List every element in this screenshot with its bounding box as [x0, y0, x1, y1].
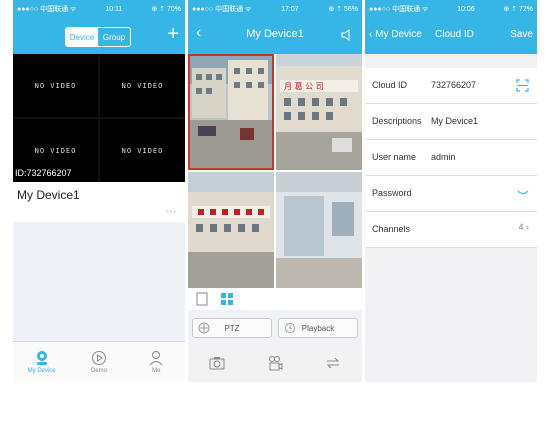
tab-label: Demo	[90, 368, 107, 374]
row-label: Channels	[372, 224, 411, 234]
device-icon	[36, 351, 47, 365]
camera-view[interactable]: 月 葛 公 司	[276, 54, 362, 170]
bottom-toolbar	[188, 344, 362, 382]
quad-view-icon[interactable]	[220, 292, 234, 306]
video-cell[interactable]: NO VIDEO	[13, 54, 98, 117]
device-name: My Device1	[17, 188, 80, 202]
row-label: User name	[372, 152, 417, 162]
back-button[interactable]: ‹ My Device	[369, 29, 422, 40]
carrier-text: ●●●○○ 中国联通 ᯤ	[192, 6, 252, 13]
building-sign-image: 月 葛 公 司	[276, 54, 362, 170]
nav-bar: Device Group +	[13, 18, 185, 54]
camera-view[interactable]	[188, 54, 274, 170]
battery-text: ⊕ ⇡ 56%	[328, 6, 358, 13]
layout-switcher	[188, 288, 362, 310]
user-name-value[interactable]: admin	[431, 152, 456, 162]
switch-stream-icon[interactable]	[325, 356, 341, 370]
video-cell[interactable]: NO VIDEO	[100, 54, 185, 117]
channels-count: 4 ›	[518, 222, 529, 232]
battery-text: ⊕ ⇡ 72%	[503, 6, 533, 13]
time-text: 17:07	[281, 5, 299, 13]
speaker-icon[interactable]	[340, 28, 354, 42]
list-item-cloud-id[interactable]: Cloud ID 732766207	[365, 68, 537, 104]
page-title: My Device1	[246, 28, 304, 40]
page-title: Cloud ID	[435, 29, 474, 40]
settings-list: Cloud ID 732766207 Descriptions My Devic…	[365, 68, 537, 248]
more-options-icon[interactable]: ...	[166, 204, 177, 215]
nav-bar: ‹ My Device1	[188, 18, 362, 54]
row-label: Password	[372, 188, 412, 198]
row-label: Cloud ID	[372, 80, 408, 90]
street-scene-image	[188, 54, 274, 170]
battery-text: ⊕ ⇡ 70%	[151, 6, 181, 13]
device-list-screen: ●●●○○ 中国联通 ᯤ 10:11 ⊕ ⇡ 70% Device Group …	[13, 0, 185, 382]
descriptions-value[interactable]: My Device1	[431, 116, 478, 126]
segment-device[interactable]: Device	[66, 28, 98, 46]
control-row: PTZ Playback	[188, 312, 362, 342]
sign-text: 月 葛 公 司	[284, 81, 324, 91]
add-device-icon[interactable]: +	[167, 24, 179, 44]
carrier-text: ●●●○○ 中国联通 ᯤ	[369, 6, 429, 13]
tab-me[interactable]: Me	[128, 342, 185, 382]
playback-label: Playback	[301, 323, 335, 333]
nav-bar: ‹ My Device Cloud ID Save	[365, 18, 537, 54]
play-icon	[91, 351, 106, 365]
cloud-id-value[interactable]: 732766207	[431, 80, 476, 90]
qr-scan-icon[interactable]	[516, 79, 529, 92]
camera-view[interactable]	[188, 172, 274, 288]
ptz-label: PTZ	[224, 323, 240, 333]
ptz-button[interactable]: PTZ	[192, 318, 272, 338]
time-text: 10:11	[105, 5, 123, 13]
status-bar: ●●●○○ 中国联通 ᯤ 10:06 ⊕ ⇡ 72%	[365, 0, 537, 18]
device-settings-screen: ●●●○○ 中国联通 ᯤ 10:06 ⊕ ⇡ 72% ‹ My Device C…	[365, 0, 537, 382]
playback-button[interactable]: Playback	[278, 318, 358, 338]
device-id-label: ID:732766207	[13, 168, 74, 178]
tab-label: My Device	[27, 368, 56, 374]
camera-view[interactable]	[276, 172, 362, 288]
tab-label: Me	[152, 368, 161, 374]
list-item-user-name[interactable]: User name admin	[365, 140, 537, 176]
record-video-icon[interactable]	[267, 355, 283, 371]
carrier-text: ●●●○○ 中国联通 ᯤ	[17, 6, 77, 13]
eye-closed-icon[interactable]	[517, 190, 529, 196]
list-item-password[interactable]: Password	[365, 176, 537, 212]
row-label: Descriptions	[372, 116, 422, 126]
video-cell[interactable]: NO VIDEO	[100, 119, 185, 182]
list-item-channels[interactable]: Channels 4 ›	[365, 212, 537, 248]
direction-pad-icon	[198, 322, 210, 334]
status-bar: ●●●○○ 中国联通 ᯤ 10:11 ⊕ ⇡ 70%	[13, 0, 185, 18]
device-group-segmented-control[interactable]: Device Group	[65, 27, 131, 47]
camera-grid: 月 葛 公 司	[188, 54, 362, 288]
single-view-icon[interactable]	[196, 292, 208, 306]
live-view-screen: ●●●○○ 中国联通 ᯤ 17:07 ⊕ ⇡ 56% ‹ My Device1	[188, 0, 362, 382]
segment-group[interactable]: Group	[98, 28, 130, 46]
list-item-descriptions[interactable]: Descriptions My Device1	[365, 104, 537, 140]
tab-demo[interactable]: Demo	[70, 342, 127, 382]
indoor-scene-image	[276, 172, 362, 288]
device-card[interactable]: My Device1 ...	[13, 182, 185, 222]
tab-my-device[interactable]: My Device	[13, 342, 70, 382]
person-icon	[149, 351, 163, 366]
video-grid: NO VIDEO NO VIDEO NO VIDEO NO VIDEO	[13, 54, 185, 182]
status-bar: ●●●○○ 中国联通 ᯤ 17:07 ⊕ ⇡ 56%	[188, 0, 362, 18]
building-sign-image	[188, 172, 274, 288]
save-button[interactable]: Save	[510, 29, 533, 40]
camera-snapshot-icon[interactable]	[209, 356, 225, 370]
tab-bar: My Device Demo Me	[13, 341, 185, 382]
replay-icon	[285, 323, 295, 333]
time-text: 10:06	[457, 5, 475, 13]
